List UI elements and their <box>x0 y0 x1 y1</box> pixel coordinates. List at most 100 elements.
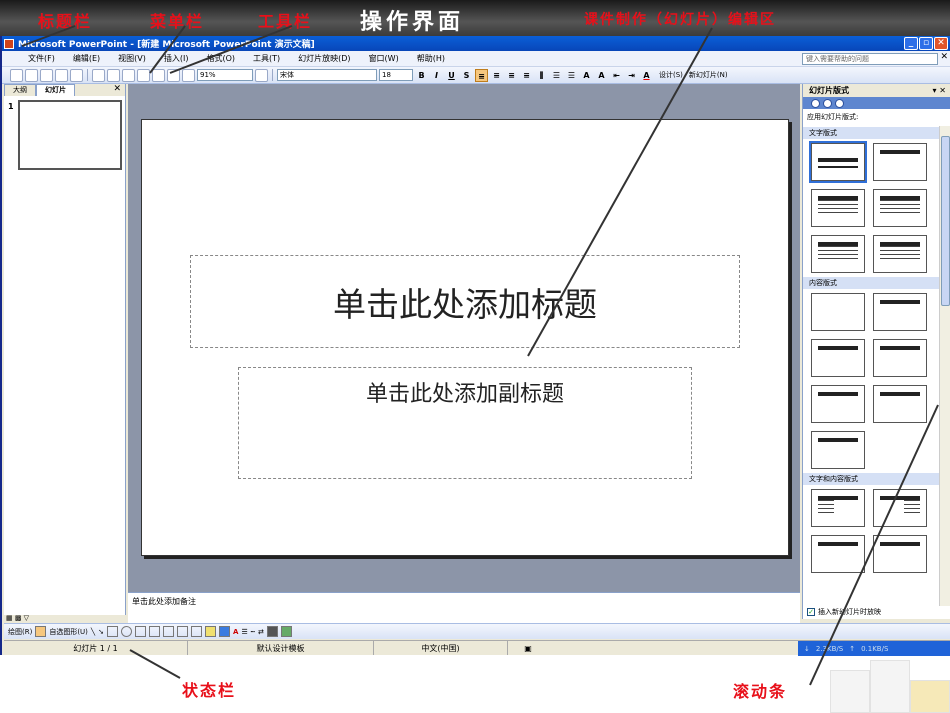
clipart-icon[interactable] <box>177 626 189 637</box>
menu-view[interactable]: 视图(V) <box>116 53 148 64</box>
diagram-icon[interactable] <box>163 626 175 637</box>
3d-icon[interactable] <box>280 626 292 637</box>
close-icon[interactable]: ✕ <box>940 52 948 62</box>
layout-vertical-text[interactable] <box>811 235 865 273</box>
view-buttons[interactable]: ▦ ▩ ▽ <box>4 614 126 623</box>
layout-title-content[interactable] <box>811 339 865 377</box>
layout-content-text[interactable] <box>873 489 927 527</box>
line-color-icon[interactable] <box>219 626 231 637</box>
layout-text-content[interactable] <box>811 489 865 527</box>
line-icon[interactable]: ╲ <box>91 628 95 636</box>
textbox-icon[interactable] <box>135 626 147 637</box>
line-style-icon[interactable]: ☰ <box>241 628 247 636</box>
menu-tools[interactable]: 工具(T) <box>251 53 282 64</box>
align-left-icon[interactable]: ≡ <box>475 68 488 82</box>
undo-icon[interactable] <box>137 68 150 82</box>
close-icon[interactable]: ✕ <box>113 84 121 94</box>
close-icon[interactable]: ▾ ✕ <box>932 84 946 97</box>
distribute-icon[interactable]: ≡ <box>520 69 533 82</box>
layout-blank[interactable] <box>811 293 865 331</box>
show-on-insert-option[interactable]: ✓ 插入新幻灯片时放映 <box>807 607 881 617</box>
help-icon[interactable] <box>255 68 268 82</box>
slide-thumbnail[interactable] <box>18 100 122 170</box>
task-pane-scrollbar[interactable] <box>939 126 950 606</box>
layout-title-slide[interactable] <box>809 141 867 183</box>
chart-icon[interactable] <box>152 68 165 82</box>
menu-file[interactable]: 文件(F) <box>26 53 57 64</box>
permission-icon[interactable] <box>55 68 68 82</box>
layout-title-two-content[interactable] <box>811 385 865 423</box>
title-placeholder[interactable]: 单击此处添加标题 <box>190 255 740 348</box>
layout-title-text[interactable] <box>811 189 865 227</box>
decrease-indent-icon[interactable]: ⇤ <box>610 69 623 82</box>
paste-icon[interactable] <box>107 68 120 82</box>
help-search-input[interactable]: 键入需要帮助的问题 <box>802 53 938 65</box>
font-size-select[interactable]: 18 <box>379 69 413 81</box>
tab-outline[interactable]: 大纲 <box>4 84 36 96</box>
menu-edit[interactable]: 编辑(E) <box>71 53 102 64</box>
wordart-icon[interactable] <box>149 626 161 637</box>
table-icon[interactable] <box>167 68 180 82</box>
zoom-select[interactable]: 91% <box>197 69 253 81</box>
underline-button[interactable]: U <box>445 69 458 82</box>
print-icon[interactable] <box>70 68 83 82</box>
maximize-button[interactable]: ▫ <box>919 37 933 50</box>
menu-format[interactable]: 格式(O) <box>204 53 237 64</box>
layout-four-content[interactable] <box>811 431 865 469</box>
grid-icon[interactable] <box>182 68 195 82</box>
back-icon[interactable] <box>811 98 820 108</box>
numbering-icon[interactable]: ☰ <box>550 69 563 82</box>
italic-button[interactable]: I <box>430 69 443 82</box>
layout-text-two-content[interactable] <box>811 535 865 573</box>
decrease-font-icon[interactable]: A <box>595 69 608 82</box>
layout-two-content-text[interactable] <box>873 535 927 573</box>
forward-icon[interactable] <box>823 98 832 108</box>
checkbox-icon[interactable]: ✓ <box>807 608 815 616</box>
layout-title-four-content[interactable] <box>873 339 927 377</box>
subtitle-placeholder[interactable]: 单击此处添加副标题 <box>238 367 692 479</box>
align-center-icon[interactable]: ≡ <box>490 69 503 82</box>
scrollbar-thumb[interactable] <box>941 136 950 306</box>
home-icon[interactable] <box>835 98 844 108</box>
layout-two-column-text[interactable] <box>873 189 927 227</box>
copy-icon[interactable] <box>92 68 105 82</box>
notes-pane[interactable]: 单击此处添加备注 <box>128 592 800 623</box>
increase-font-icon[interactable]: A <box>580 69 593 82</box>
layout-vertical-title-text[interactable] <box>873 235 927 273</box>
draw-menu-button[interactable]: 绘图(R) <box>8 627 32 637</box>
bold-button[interactable]: B <box>415 69 428 82</box>
menu-insert[interactable]: 插入(I) <box>162 53 191 64</box>
layout-content[interactable] <box>873 293 927 331</box>
dash-style-icon[interactable]: ┅ <box>251 628 255 636</box>
menu-help[interactable]: 帮助(H) <box>415 53 447 64</box>
menu-window[interactable]: 窗口(W) <box>367 53 401 64</box>
autoshape-button[interactable]: 自选图形(U) <box>49 627 88 637</box>
fill-color-icon[interactable] <box>205 626 217 637</box>
tab-slides[interactable]: 幻灯片 <box>36 84 75 96</box>
font-color-icon[interactable]: A <box>233 628 238 636</box>
bullets-icon[interactable]: ☰ <box>565 69 578 82</box>
new-slide-button[interactable]: 新幻灯片(N) <box>689 70 728 80</box>
new-file-icon[interactable] <box>10 68 23 82</box>
picture-icon[interactable] <box>191 626 203 637</box>
format-painter-icon[interactable] <box>122 68 135 82</box>
rectangle-icon[interactable] <box>107 626 119 637</box>
slide-canvas[interactable]: 单击此处添加标题 单击此处添加副标题 <box>141 119 789 556</box>
align-right-icon[interactable]: ≡ <box>505 69 518 82</box>
menu-slideshow[interactable]: 幻灯片放映(D) <box>296 53 352 64</box>
arrow-icon[interactable]: ➘ <box>98 628 104 636</box>
save-icon[interactable] <box>40 68 53 82</box>
open-folder-icon[interactable] <box>25 68 38 82</box>
increase-indent-icon[interactable]: ⇥ <box>625 69 638 82</box>
close-button[interactable]: ✕ <box>934 37 948 50</box>
layout-title-only[interactable] <box>873 143 927 181</box>
minimize-button[interactable]: _ <box>904 37 918 50</box>
design-button[interactable]: 设计(S) <box>659 70 683 80</box>
font-select[interactable]: 宋体 <box>277 69 377 81</box>
arrow-style-icon[interactable]: ⇄ <box>258 628 264 636</box>
shadow-button[interactable]: S <box>460 69 473 82</box>
ellipse-icon[interactable] <box>121 626 133 637</box>
select-arrow-icon[interactable] <box>35 626 47 637</box>
font-color-icon[interactable]: A <box>640 69 653 82</box>
shadow-icon[interactable] <box>266 626 278 637</box>
